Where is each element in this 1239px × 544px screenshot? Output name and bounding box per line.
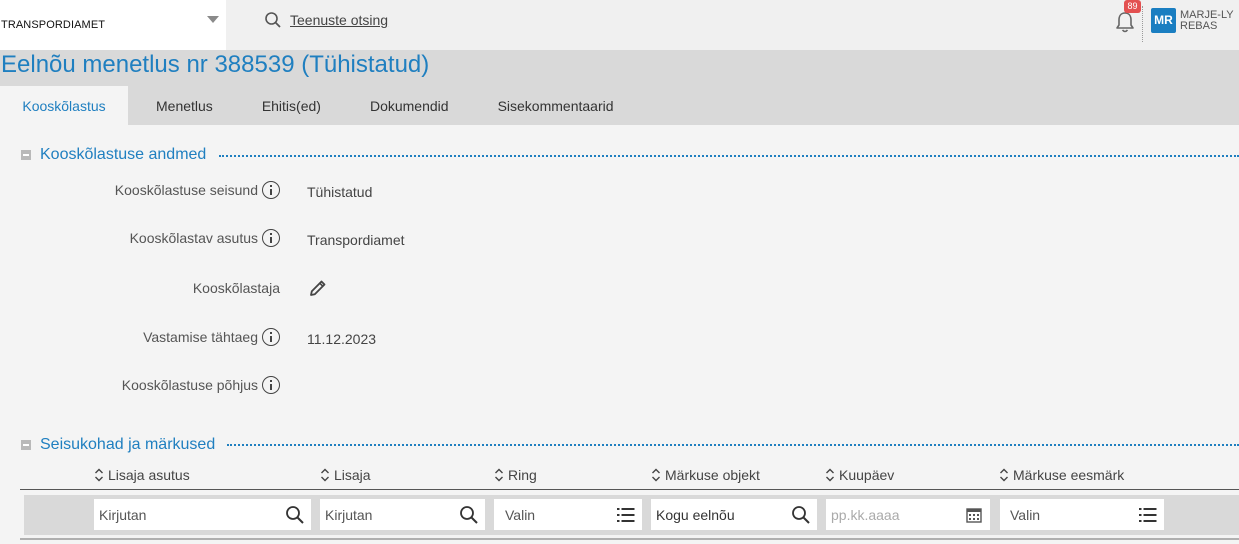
field-value-deadline: 11.12.2023	[307, 331, 377, 347]
organization-name: TRANSPORDIAMET	[1, 19, 106, 31]
service-search-link[interactable]: Teenuste otsing	[264, 11, 388, 29]
column-header-agency[interactable]: Lisaja asutus	[94, 467, 190, 483]
section-header-remarks: Seisukohad ja märkused	[21, 436, 215, 454]
page-title: Eelnõu menetlus nr 388539 (Tühistatud)	[1, 51, 430, 78]
field-value-status: Tühistatud	[307, 184, 373, 200]
calendar-icon[interactable]	[964, 505, 984, 525]
tab-sisekommentaarid[interactable]: Sisekommentaarid	[498, 86, 614, 125]
tab-kooskolastus[interactable]: Kooskõlastus	[0, 86, 128, 125]
table-header-rule	[20, 489, 1239, 490]
filter-purpose-select[interactable]: Valin	[1000, 499, 1164, 530]
sort-icon	[95, 468, 103, 482]
filter-placeholder: Kirjutan	[325, 506, 373, 523]
user-name[interactable]: MARJE-LY REBAS	[1180, 10, 1239, 32]
field-label-coordinator: Kooskõlastaja	[193, 280, 280, 296]
filter-adder-input[interactable]: Kirjutan	[320, 499, 485, 530]
top-bar: TRANSPORDIAMET Teenuste otsing 89 MR MAR…	[0, 0, 1239, 50]
search-icon[interactable]	[285, 505, 305, 525]
filter-agency-input[interactable]: Kirjutan	[94, 499, 311, 530]
info-icon[interactable]	[262, 376, 280, 394]
column-header-object[interactable]: Märkuse objekt	[651, 467, 760, 483]
column-header-label: Kuupäev	[839, 467, 895, 483]
field-label-text: Kooskõlastuse põhjus	[121, 377, 258, 393]
list-icon[interactable]	[616, 505, 636, 525]
column-header-label: Märkuse eesmärk	[1013, 467, 1125, 483]
section-title-remarks: Seisukohad ja märkused	[40, 436, 216, 453]
sort-icon	[1000, 468, 1008, 482]
search-icon[interactable]	[791, 505, 811, 525]
tab-bar: Kooskõlastus Menetlus Ehitis(ed) Dokumen…	[0, 86, 614, 125]
column-header-purpose[interactable]: Märkuse eesmärk	[999, 467, 1124, 483]
column-header-round[interactable]: Ring	[494, 467, 537, 483]
section-divider	[219, 155, 1239, 157]
field-label-agency: Kooskõlastav asutus	[130, 229, 280, 247]
column-header-label: Lisaja asutus	[108, 467, 190, 483]
field-label-text: Kooskõlastuse seisund	[114, 182, 258, 198]
column-header-label: Märkuse objekt	[665, 467, 760, 483]
sort-icon	[321, 468, 329, 482]
tab-dokumendid[interactable]: Dokumendid	[370, 86, 449, 125]
field-label-text: Kooskõlastaja	[192, 280, 280, 296]
collapse-icon[interactable]	[21, 150, 31, 160]
filter-placeholder: pp.kk.aaaa	[831, 506, 900, 523]
field-label-status: Kooskõlastuse seisund	[115, 181, 280, 199]
collapse-icon[interactable]	[21, 440, 31, 450]
field-label-text: Vastamise tähtaeg	[143, 329, 258, 345]
bell-icon[interactable]	[1114, 10, 1136, 34]
avatar[interactable]: MR	[1151, 8, 1176, 33]
filter-date-input[interactable]: pp.kk.aaaa	[826, 499, 990, 530]
info-icon[interactable]	[262, 229, 280, 247]
filter-value: Kogu eelnõu	[656, 506, 735, 523]
filter-row-border	[20, 538, 1239, 540]
header-divider	[1142, 6, 1143, 42]
column-header-label: Ring	[508, 467, 537, 483]
filter-placeholder: Kirjutan	[99, 506, 147, 523]
search-icon[interactable]	[459, 505, 479, 525]
info-icon[interactable]	[262, 181, 280, 199]
column-header-label: Lisaja	[334, 467, 371, 483]
sort-icon	[495, 468, 503, 482]
section-divider	[227, 444, 1239, 446]
tab-menetlus[interactable]: Menetlus	[156, 86, 213, 125]
user-last-name: REBAS	[1180, 20, 1218, 32]
section-title-details: Kooskõlastuse andmed	[40, 146, 207, 163]
list-icon[interactable]	[1138, 505, 1158, 525]
service-search-label: Teenuste otsing	[290, 12, 389, 28]
pencil-icon[interactable]	[308, 278, 328, 298]
filter-object-input[interactable]: Kogu eelnõu	[651, 499, 817, 530]
field-label-deadline: Vastamise tähtaeg	[143, 328, 280, 346]
sort-icon	[652, 468, 660, 482]
field-value-agency: Transpordiamet	[307, 232, 405, 248]
column-header-adder[interactable]: Lisaja	[320, 467, 371, 483]
sort-icon	[826, 468, 834, 482]
section-header-details: Kooskõlastuse andmed	[21, 146, 206, 164]
tab-ehitised[interactable]: Ehitis(ed)	[262, 86, 321, 125]
field-label-reason: Kooskõlastuse põhjus	[122, 376, 280, 394]
filter-placeholder: Valin	[505, 506, 536, 523]
info-icon[interactable]	[262, 328, 280, 346]
filter-placeholder: Valin	[1010, 506, 1041, 523]
organization-select[interactable]: TRANSPORDIAMET	[0, 0, 226, 50]
column-header-date[interactable]: Kuupäev	[825, 467, 894, 483]
field-label-text: Kooskõlastav asutus	[129, 230, 258, 246]
filter-round-select[interactable]: Valin	[494, 499, 642, 530]
search-icon	[265, 12, 281, 28]
chevron-down-icon	[207, 16, 219, 23]
notification-badge: 89	[1124, 0, 1141, 13]
